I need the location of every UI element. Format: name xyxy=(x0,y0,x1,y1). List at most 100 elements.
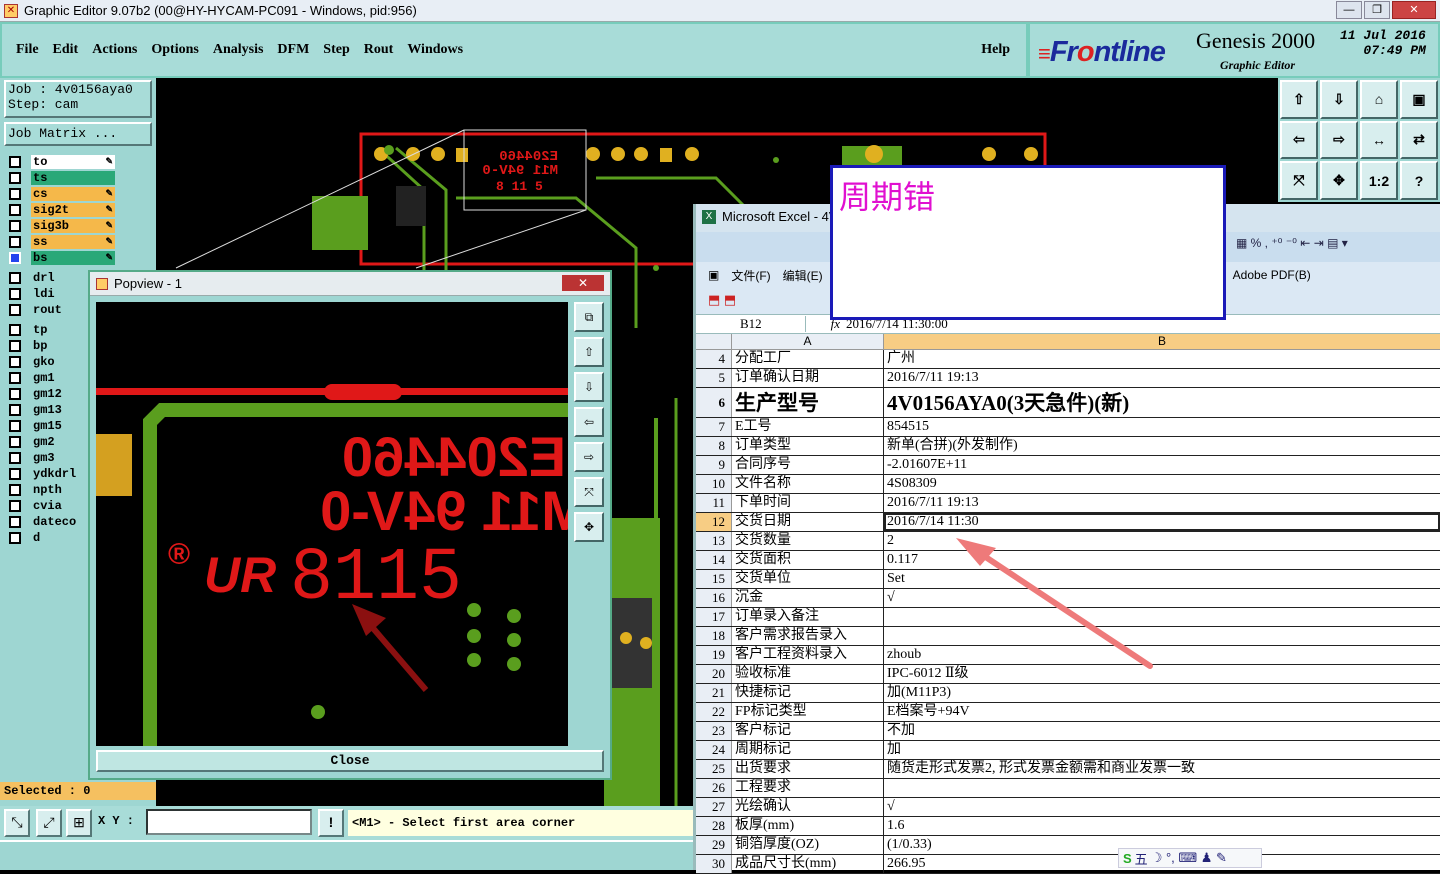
cell-b[interactable]: 新单(合拼)(外发制作) xyxy=(884,437,1440,455)
row-number[interactable]: 16 xyxy=(696,589,732,607)
cell-b[interactable]: 4S08309 xyxy=(884,475,1440,493)
measure-icon[interactable]: ⤢ xyxy=(36,809,62,837)
popview-close-icon[interactable]: ✕ xyxy=(562,275,604,291)
layer-checkbox[interactable] xyxy=(9,356,21,368)
cell-a[interactable]: FP标记类型 xyxy=(732,703,884,721)
pdf-icon[interactable]: ⬒ ⬒ xyxy=(708,292,736,308)
layer-row-ss[interactable]: ss ✎ xyxy=(5,234,149,250)
cell-b[interactable]: √ xyxy=(884,798,1440,816)
cell-a[interactable]: 沉金 xyxy=(732,589,884,607)
cell-a[interactable]: 周期标记 xyxy=(732,741,884,759)
layer-checkbox[interactable] xyxy=(9,420,21,432)
cell-a[interactable]: 铜箔厚度(OZ) xyxy=(732,836,884,854)
cell-b[interactable]: Set xyxy=(884,570,1440,588)
cell-b[interactable]: 0.117 xyxy=(884,551,1440,569)
cell-a[interactable]: 客户工程资料录入 xyxy=(732,646,884,664)
cell-b[interactable]: 2 xyxy=(884,532,1440,550)
mirror-icon[interactable]: ↔ xyxy=(1360,120,1398,160)
menu-edit[interactable]: Edit xyxy=(53,42,79,58)
grid-snap-icon[interactable]: ⊞ xyxy=(66,809,92,837)
layer-name[interactable]: to ✎ xyxy=(31,155,115,169)
cell-a[interactable]: 交货日期 xyxy=(732,513,884,531)
layer-checkbox[interactable] xyxy=(9,204,21,216)
row-number[interactable]: 18 xyxy=(696,627,732,645)
cell-b[interactable]: 854515 xyxy=(884,418,1440,436)
row-number[interactable]: 20 xyxy=(696,665,732,683)
menu-options[interactable]: Options xyxy=(151,42,198,58)
row-number[interactable]: 25 xyxy=(696,760,732,778)
cell-b[interactable]: zhoub xyxy=(884,646,1440,664)
layer-checkbox[interactable] xyxy=(9,324,21,336)
cell-a[interactable]: 下单时间 xyxy=(732,494,884,512)
cell-a[interactable]: 分配工厂 xyxy=(732,350,884,368)
popview-screen[interactable]: E204460 M11 94V-0 ® UR 8115 xyxy=(96,302,568,746)
row-number[interactable]: 26 xyxy=(696,779,732,797)
excel-menu-file[interactable]: 文件(F) xyxy=(731,267,770,284)
layer-checkbox[interactable] xyxy=(9,404,21,416)
xy-input[interactable] xyxy=(146,809,312,835)
cell-a[interactable]: 光绘确认 xyxy=(732,798,884,816)
layer-name[interactable]: sig3b ✎ xyxy=(31,219,115,233)
menu-file[interactable]: File xyxy=(16,42,39,58)
layer-checkbox[interactable] xyxy=(9,172,21,184)
row-number[interactable]: 13 xyxy=(696,532,732,550)
popview-pan-left-icon[interactable]: ⇦ xyxy=(574,407,604,437)
layer-checkbox[interactable] xyxy=(9,304,21,316)
layer-name[interactable]: sig2t ✎ xyxy=(31,203,115,217)
cell-a[interactable]: 合同序号 xyxy=(732,456,884,474)
cell-a[interactable]: 工程要求 xyxy=(732,779,884,797)
row-number[interactable]: 9 xyxy=(696,456,732,474)
row-number[interactable]: 5 xyxy=(696,369,732,387)
cell-a[interactable]: 订单确认日期 xyxy=(732,369,884,387)
row-number[interactable]: 23 xyxy=(696,722,732,740)
cell-b[interactable]: IPC-6012 Ⅱ级 xyxy=(884,665,1440,683)
row-number[interactable]: 19 xyxy=(696,646,732,664)
menu-step[interactable]: Step xyxy=(323,42,349,58)
help-icon[interactable]: ? xyxy=(1400,161,1438,200)
layer-checkbox[interactable] xyxy=(9,288,21,300)
layer-name[interactable]: ss ✎ xyxy=(31,235,115,249)
row-number[interactable]: 30 xyxy=(696,855,732,873)
restore-button[interactable]: ❐ xyxy=(1364,1,1390,19)
layer-row-bs[interactable]: bs ✎ xyxy=(5,250,149,266)
layer-checkbox[interactable] xyxy=(9,532,21,544)
row-number[interactable]: 15 xyxy=(696,570,732,588)
minimize-button[interactable]: — xyxy=(1336,1,1362,19)
cell-a[interactable]: 客户需求报告录入 xyxy=(732,627,884,645)
layer-checkbox[interactable] xyxy=(9,452,21,464)
cell-b[interactable] xyxy=(884,608,1440,626)
popview-fit-icon[interactable]: ⤧ xyxy=(574,477,604,507)
cell-a[interactable]: 成品尺寸长(mm) xyxy=(732,855,884,873)
row-number[interactable]: 17 xyxy=(696,608,732,626)
cell-b[interactable]: √ xyxy=(884,589,1440,607)
popview-pan-right-icon[interactable]: ⇨ xyxy=(574,442,604,472)
cell-b[interactable]: 加(M11P3) xyxy=(884,684,1440,702)
excel-menu-adobe[interactable]: Adobe PDF(B) xyxy=(1233,268,1311,282)
cell-a[interactable]: 文件名称 xyxy=(732,475,884,493)
ime-toolbar[interactable]: S 五 ☽ °, ⌨ ♟ ✎ xyxy=(1118,848,1262,868)
popview-window-icon[interactable]: ⧉ xyxy=(574,302,604,332)
cell-b[interactable]: 1.6 xyxy=(884,817,1440,835)
cell-b[interactable] xyxy=(884,779,1440,797)
layer-name[interactable]: ts xyxy=(31,171,115,185)
layer-checkbox[interactable] xyxy=(9,188,21,200)
layer-row-ts[interactable]: ts xyxy=(5,170,149,186)
menu-analysis[interactable]: Analysis xyxy=(213,42,264,58)
row-number[interactable]: 11 xyxy=(696,494,732,512)
cell-a[interactable]: 板厚(mm) xyxy=(732,817,884,835)
name-box[interactable]: B12 xyxy=(696,316,806,332)
row-number[interactable]: 14 xyxy=(696,551,732,569)
cell-a[interactable]: 出货要求 xyxy=(732,760,884,778)
cell-a[interactable]: 交货面积 xyxy=(732,551,884,569)
cell-a[interactable]: 订单类型 xyxy=(732,437,884,455)
layer-checkbox[interactable] xyxy=(9,436,21,448)
cell-a[interactable]: 订单录入备注 xyxy=(732,608,884,626)
cell-b[interactable] xyxy=(884,627,1440,645)
cell-b[interactable]: -2.01607E+11 xyxy=(884,456,1440,474)
cell-a[interactable]: 交货数量 xyxy=(732,532,884,550)
excel-format-icons[interactable]: ▦ % , ⁺⁰ ⁻⁰ ⇤ ⇥ ▤ ▾ xyxy=(1236,236,1348,250)
close-button[interactable]: ✕ xyxy=(1392,1,1436,19)
row-number[interactable]: 4 xyxy=(696,350,732,368)
row-number[interactable]: 28 xyxy=(696,817,732,835)
cell-b[interactable]: 随货走形式发票2, 形式发票金额需和商业发票一致 xyxy=(884,760,1440,778)
